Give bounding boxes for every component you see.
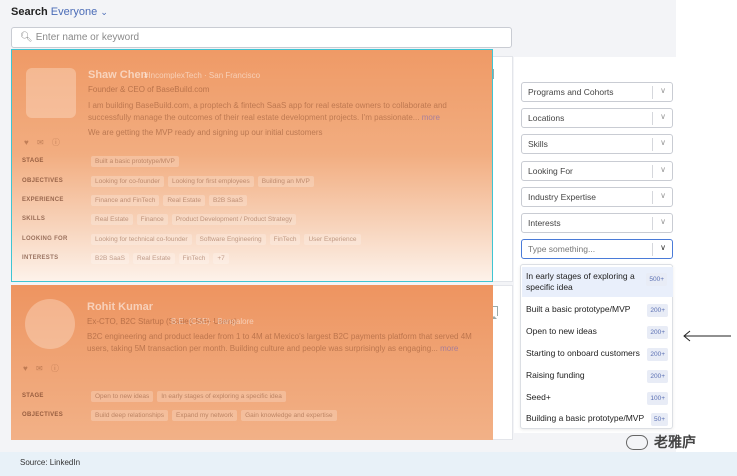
source-caption: Source: LinkedIn bbox=[0, 452, 737, 476]
tag-chip[interactable]: +7 bbox=[213, 252, 229, 264]
profile-row-experience: EXPERIENCE Finance and FinTech Real Esta… bbox=[22, 194, 251, 206]
chevron-down-icon[interactable]: ∨ bbox=[660, 217, 666, 226]
dropdown-option[interactable]: Open to new ideas 200+ bbox=[526, 326, 671, 339]
tag-chip[interactable]: Real Estate bbox=[133, 252, 175, 264]
count-badge: 200+ bbox=[647, 326, 668, 339]
tag-chip[interactable]: FinTech bbox=[178, 252, 210, 264]
more-link[interactable]: more bbox=[440, 344, 458, 353]
tag-chip[interactable]: Real Estate bbox=[91, 213, 133, 225]
search-box[interactable]: 🔍︎ bbox=[11, 27, 512, 48]
search-scope[interactable]: Everyone bbox=[51, 6, 97, 18]
count-badge: 200+ bbox=[647, 348, 668, 361]
tag-chip[interactable]: Finance and FinTech bbox=[91, 194, 160, 206]
filter-label: Industry Expertise bbox=[528, 192, 597, 202]
tag-chip[interactable]: In early stages of exploring a specific … bbox=[157, 390, 286, 402]
social-icons[interactable]: ♥ ✉ ⓘ bbox=[24, 137, 63, 148]
profile-meta: B.E. (CSE) · Bangalore bbox=[171, 317, 254, 326]
chevron-down-icon[interactable]: ⌄ bbox=[100, 7, 108, 17]
tag-chip[interactable]: Expand my network bbox=[172, 409, 238, 421]
dropdown-option[interactable]: In early stages of exploring a specific … bbox=[522, 267, 673, 297]
chevron-down-icon[interactable]: ∨ bbox=[660, 191, 666, 200]
tag-chip[interactable]: B2B SaaS bbox=[208, 194, 247, 206]
chevron-down-icon[interactable]: ∨ bbox=[660, 243, 666, 252]
profile-title: Founder & CEO of BaseBuild.com bbox=[88, 85, 210, 94]
more-link[interactable]: more bbox=[422, 113, 440, 122]
dropdown-option[interactable]: Seed+ 100+ bbox=[526, 392, 671, 405]
tag-chip[interactable]: Looking for first employees bbox=[168, 175, 254, 187]
search-input[interactable] bbox=[35, 32, 496, 43]
filter-looking-for[interactable]: Looking For ∨ bbox=[521, 161, 673, 181]
tag-chip[interactable]: Built a basic prototype/MVP bbox=[91, 155, 179, 167]
filter-label: Looking For bbox=[528, 166, 573, 176]
chevron-down-icon[interactable]: ∨ bbox=[660, 138, 666, 147]
tag-chip[interactable]: Looking for technical co-founder bbox=[91, 233, 192, 245]
tag-chip[interactable]: B2B SaaS bbox=[91, 252, 129, 264]
chevron-down-icon[interactable]: ∨ bbox=[660, 165, 666, 174]
filter-interests[interactable]: Interests ∨ bbox=[521, 213, 673, 233]
avatar bbox=[25, 299, 75, 349]
filter-locations[interactable]: Locations ∨ bbox=[521, 108, 673, 128]
tag-chip[interactable]: Building an MVP bbox=[257, 175, 314, 187]
tag-chip[interactable]: User Experience bbox=[304, 233, 361, 245]
count-badge: 50+ bbox=[650, 413, 668, 426]
filter-label: Programs and Cohorts bbox=[528, 87, 614, 97]
stage-dropdown-menu: In early stages of exploring a specific … bbox=[520, 264, 673, 429]
tag-chip[interactable]: Build deep relationships bbox=[91, 409, 169, 421]
profile-status: We are getting the MVP ready and signing… bbox=[88, 128, 323, 137]
count-badge: 200+ bbox=[647, 304, 668, 317]
chevron-down-icon[interactable]: ∨ bbox=[660, 112, 666, 121]
search-icon: 🔍︎ bbox=[20, 32, 33, 43]
profile-row-skills: SKILLS Real Estate Finance Product Devel… bbox=[22, 213, 300, 225]
dropdown-option[interactable]: Built a basic prototype/MVP 200+ bbox=[526, 304, 671, 317]
wechat-icon bbox=[626, 434, 648, 450]
profile-row-objectives: OBJECTIVES Looking for co-founder Lookin… bbox=[22, 175, 318, 187]
tag-chip[interactable]: Gain knowledge and expertise bbox=[241, 409, 337, 421]
profile-bio: B2C engineering and product leader from … bbox=[87, 332, 472, 353]
search-label: Search bbox=[11, 6, 48, 18]
filter-skills[interactable]: Skills ∨ bbox=[521, 134, 673, 154]
profile-row-objectives: OBJECTIVES Build deep relationships Expa… bbox=[22, 409, 341, 421]
count-badge: 200+ bbox=[647, 370, 668, 383]
profile-row-looking-for: LOOKING FOR Looking for technical co-fou… bbox=[22, 233, 365, 245]
chevron-down-icon[interactable]: ∨ bbox=[660, 86, 666, 95]
tag-chip[interactable]: Open to new ideas bbox=[91, 390, 154, 402]
count-badge: 100+ bbox=[647, 392, 668, 405]
profile-meta: #IncomplexTech · San Francisco bbox=[144, 71, 261, 80]
tag-chip[interactable]: FinTech bbox=[269, 233, 301, 245]
filter-programs-cohorts[interactable]: Programs and Cohorts ∨ bbox=[521, 82, 673, 102]
tag-chip[interactable]: Real Estate bbox=[163, 194, 205, 206]
profile-name[interactable]: Shaw Chen bbox=[88, 69, 147, 81]
dropdown-option[interactable]: Building a basic prototype/MVP 50+ bbox=[526, 413, 671, 426]
tag-chip[interactable]: Product Development / Product Strategy bbox=[171, 213, 297, 225]
profile-bio: I am building BaseBuild.com, a proptech … bbox=[88, 101, 447, 122]
filter-label: Interests bbox=[528, 218, 561, 228]
dropdown-option[interactable]: Starting to onboard customers 200+ bbox=[526, 348, 671, 361]
pointer-arrow-icon bbox=[683, 330, 731, 342]
tag-chip[interactable]: Finance bbox=[136, 213, 168, 225]
count-badge: 500+ bbox=[646, 273, 667, 286]
avatar bbox=[26, 68, 76, 118]
profile-row-stage: STAGE Built a basic prototype/MVP bbox=[22, 155, 183, 167]
tag-chip[interactable]: Software Engineering bbox=[195, 233, 266, 245]
profile-name[interactable]: Rohit Kumar bbox=[87, 301, 153, 313]
filter-industry-expertise[interactable]: Industry Expertise ∨ bbox=[521, 187, 673, 207]
profile-row-stage: STAGE Open to new ideas In early stages … bbox=[22, 390, 290, 402]
filter-search-input[interactable] bbox=[528, 244, 648, 254]
dropdown-option[interactable]: Raising funding 200+ bbox=[526, 370, 671, 383]
tag-chip[interactable]: Looking for co-founder bbox=[91, 175, 165, 187]
profile-row-interests: INTERESTS B2B SaaS Real Estate FinTech +… bbox=[22, 252, 233, 264]
social-icons[interactable]: ♥ ✉ ⓘ bbox=[23, 363, 62, 374]
filter-label: Skills bbox=[528, 139, 548, 149]
filter-label: Locations bbox=[528, 113, 565, 123]
watermark: 老雅庐 bbox=[626, 432, 696, 452]
search-heading[interactable]: Search Everyone ⌄ bbox=[11, 6, 108, 18]
filter-stage-select[interactable]: ∨ bbox=[521, 239, 673, 259]
side-margin bbox=[676, 0, 737, 452]
